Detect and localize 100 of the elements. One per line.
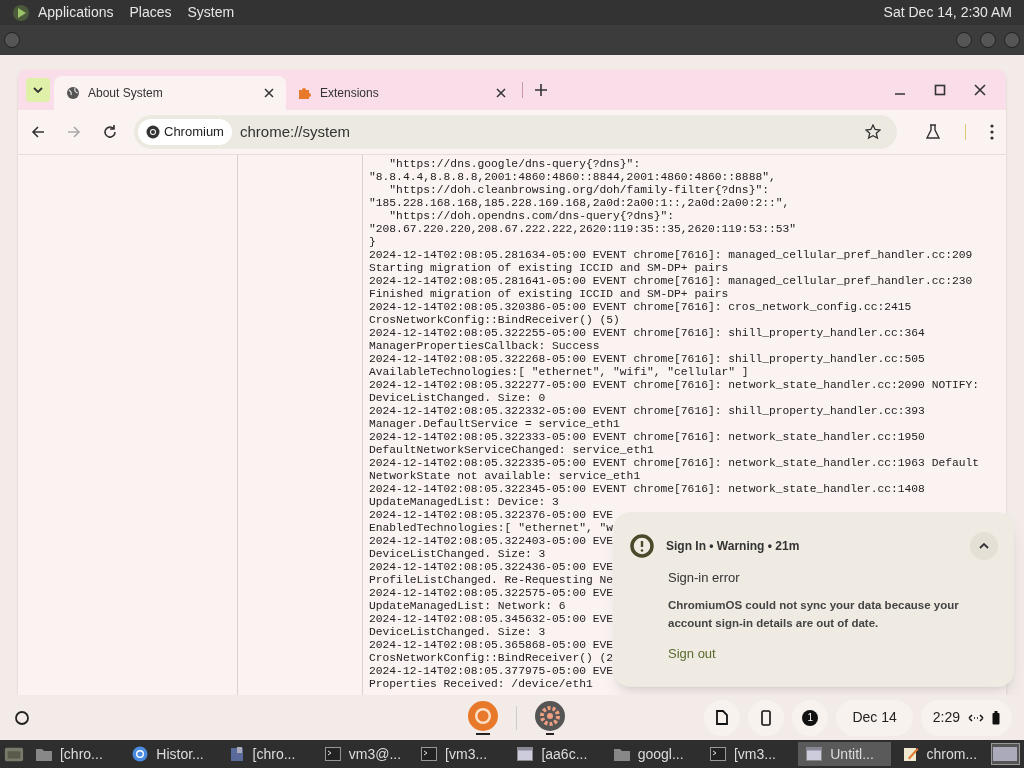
- warning-icon: [630, 534, 654, 558]
- log-line: 2024-12-14T02:08:05.377975-05:00 EVE: [369, 665, 614, 678]
- log-line: 2024-12-14T02:08:05.322268-05:00 EVENT chrome[7616]: shill_property_handler.cc:505: [369, 353, 925, 366]
- close-icon[interactable]: [264, 88, 274, 98]
- window-icon: [806, 747, 823, 761]
- log-line: 2024-12-14T02:08:05.322255-05:00 EVENT chrome[7616]: shill_property_handler.cc:364: [369, 327, 925, 340]
- file-icon: [716, 710, 729, 725]
- tab-search-button[interactable]: [26, 78, 50, 102]
- close-icon[interactable]: [496, 88, 506, 98]
- address-bar[interactable]: Chromium chrome://system: [134, 115, 897, 149]
- settings-icon[interactable]: [533, 700, 567, 736]
- notification-title: Sign-in error: [668, 569, 741, 587]
- log-line: 2024-12-14T02:08:05.365868-05:00 EVE: [369, 639, 614, 652]
- app-icon: [228, 746, 245, 762]
- log-line: UpdateManagedList: Network: 6: [369, 600, 566, 613]
- chromium-icon: [146, 125, 160, 139]
- url-text: chrome://system: [239, 121, 350, 142]
- menu-item[interactable]: Applications: [38, 2, 114, 23]
- log-line: 2024-12-14T02:08:05.281634-05:00 EVENT chrome[7616]: managed_cellular_pref_handler.cc:209: [369, 249, 973, 262]
- log-line: "8.8.4.4,8.8.8.8,2001:4860:4860::8844,2001:4860:4860::8888",: [369, 171, 776, 184]
- log-line: "https://doh.opendns.com/dns-query{?dns}":: [388, 210, 675, 223]
- taskbar-item[interactable]: Untitl...: [798, 742, 891, 766]
- globe-icon: [66, 86, 80, 100]
- log-line: 2024-12-14T02:08:05.322376-05:00 EVE: [369, 509, 614, 522]
- log-line: 2024-12-14T02:08:05.322403-05:00 EVE: [369, 535, 614, 548]
- reload-icon[interactable]: [102, 124, 118, 140]
- log-line: DefaultNetworkServiceChanged: service_eth1: [369, 444, 654, 457]
- notification-button[interactable]: 1: [792, 699, 829, 736]
- menu-item[interactable]: System: [187, 2, 235, 23]
- tab[interactable]: About System: [54, 76, 286, 110]
- collapse-button[interactable]: [970, 532, 998, 560]
- log-line: EnabledTechnologies:[ "ethernet", "w: [369, 522, 614, 535]
- browser-icon: [132, 746, 149, 762]
- terminal-icon: [709, 747, 726, 761]
- chevron-down-icon: [33, 87, 43, 93]
- taskbar-item[interactable]: [chro...: [220, 742, 313, 766]
- log-line: 2024-12-14T02:08:05.320386-05:00 EVENT chrome[7616]: cros_network_config.cc:2415: [369, 301, 912, 314]
- close-icon: [974, 84, 986, 96]
- log-line: UpdateManagedList: Device: 3: [369, 496, 559, 509]
- taskbar-item[interactable]: vm3@...: [316, 742, 410, 766]
- star-icon[interactable]: [865, 124, 881, 140]
- log-line: 2024-12-14T02:08:05.322345-05:00 EVENT chrome[7616]: network_state_handler.cc:1408: [369, 483, 925, 496]
- terminal-icon: [421, 747, 438, 761]
- clock[interactable]: Sat Dec 14, 2:30 AM: [883, 2, 1012, 23]
- log-line: Manager.DefaultService = service_eth1: [369, 418, 620, 431]
- minimize-icon: [894, 93, 906, 95]
- date-button[interactable]: Dec 14: [836, 699, 913, 736]
- text-editor-icon: [902, 746, 919, 762]
- log-line: 2024-12-14T02:08:05.322335-05:00 EVENT chrome[7616]: network_state_handler.cc:1963 Default: [369, 457, 980, 470]
- taskbar-item[interactable]: chrom...: [894, 742, 987, 766]
- log-line: 2024-12-14T02:08:05.322277-05:00 EVENT chrome[7616]: network_state_handler.cc:2090 NOTIFY:: [369, 379, 980, 392]
- log-line: Starting migration of existing ICCID and SM-DP+ pairs: [369, 262, 729, 275]
- flask-icon[interactable]: [925, 124, 941, 140]
- log-line: NetworkState not available: service_eth1: [369, 470, 641, 483]
- phone-icon: [761, 709, 772, 726]
- log-line: 2024-12-14T02:08:05.322436-05:00 EVE: [369, 561, 614, 574]
- log-line: ProfileListChanged. Re-Requesting Ne: [369, 574, 614, 587]
- network-icon: [968, 712, 984, 723]
- chevron-up-icon: [979, 543, 989, 549]
- log-line: DeviceListChanged. Size: 0: [369, 392, 546, 405]
- taskbar-item[interactable]: [aa6c...: [509, 742, 602, 766]
- status-area[interactable]: 2:29: [920, 699, 1012, 736]
- notification-message: ChromiumOS could not sync your data because your account sign-in details are out of date.: [668, 597, 960, 631]
- site-chip[interactable]: Chromium: [138, 119, 232, 145]
- folder-icon: [36, 747, 52, 761]
- taskbar-item[interactable]: [chro...: [28, 742, 121, 766]
- log-line: "185.228.168.168,185.228.169.168,2a0d:2a00:1::,2a0d:2a00:2::",: [369, 197, 790, 210]
- maximize-icon: [934, 84, 946, 96]
- log-line: Properties Received: /device/eth1: [369, 678, 593, 691]
- log-line: 2024-12-14T02:08:05.322333-05:00 EVENT chrome[7616]: network_state_handler.cc:1950: [369, 431, 925, 444]
- play-icon[interactable]: [12, 3, 30, 22]
- log-line: AvailableTechnologies:[ "ethernet", "wifi", "cellular" ]: [369, 366, 749, 379]
- log-line: DeviceListChanged. Size: 3: [369, 626, 546, 639]
- plus-icon: [535, 84, 547, 96]
- menu-item[interactable]: Places: [129, 2, 172, 23]
- time-text: 2:29: [932, 708, 960, 727]
- log-line: CrosNetworkConfig::BindReceiver() (2: [369, 652, 614, 665]
- sign-out-button[interactable]: Sign out: [668, 643, 716, 663]
- back-icon[interactable]: [30, 124, 46, 140]
- log-line: CrosNetworkConfig::BindReceiver() (5): [369, 314, 620, 327]
- log-line: }: [369, 236, 376, 249]
- log-line: 2024-12-14T02:08:05.322575-05:00 EVE: [369, 587, 614, 600]
- terminal-icon: [324, 747, 341, 761]
- menu-icon[interactable]: [990, 124, 994, 140]
- log-line: DeviceListChanged. Size: 3: [369, 548, 546, 561]
- battery-icon: [992, 710, 1000, 725]
- puzzle-icon: [298, 86, 312, 100]
- folder-icon: [613, 747, 630, 761]
- log-line: 2024-12-14T02:08:05.345632-05:00 EVE: [369, 613, 614, 626]
- taskbar-item[interactable]: Histor...: [124, 742, 217, 766]
- window-icon: [517, 747, 534, 761]
- taskbar-item[interactable]: googl...: [605, 742, 698, 766]
- workspace-switcher[interactable]: [990, 743, 1021, 765]
- taskbar-item[interactable]: [vm3...: [701, 742, 795, 766]
- tab[interactable]: Extensions: [286, 76, 518, 110]
- browser-icon[interactable]: [466, 700, 500, 736]
- notification-header: Sign In • Warning • 21m: [666, 538, 801, 555]
- log-line: Finished migration of existing ICCID and SM-DP+ pairs: [369, 288, 729, 301]
- taskbar-item[interactable]: [vm3...: [413, 742, 506, 766]
- log-line: "https://doh.cleanbrowsing.org/doh/family-filter{?dns}":: [388, 184, 769, 197]
